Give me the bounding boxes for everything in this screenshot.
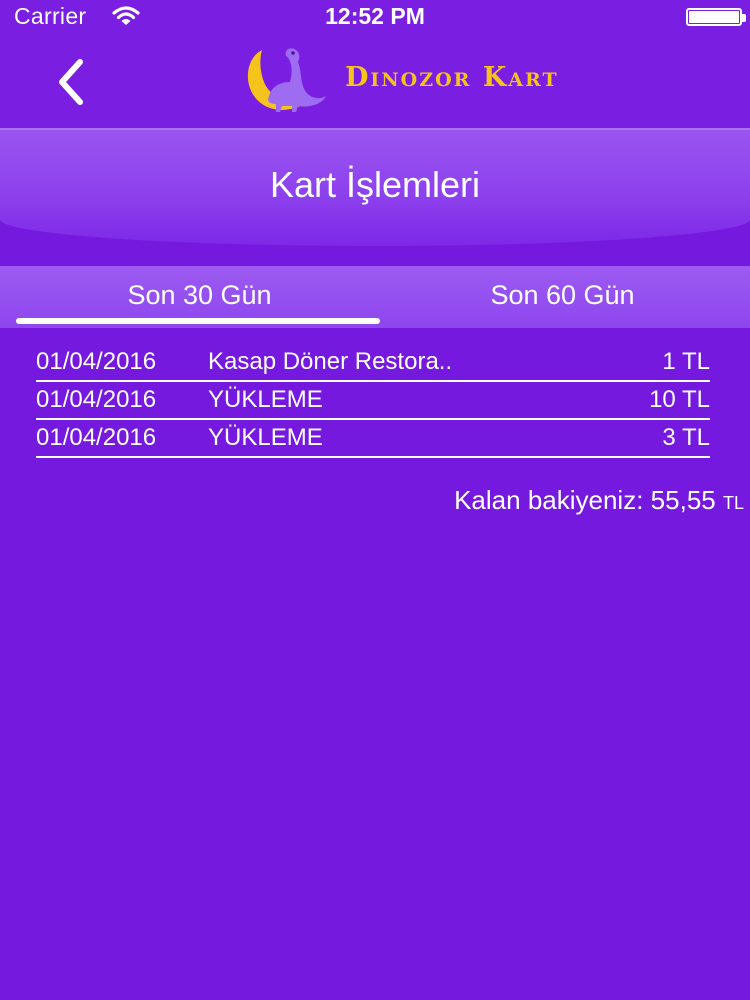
chevron-left-icon xyxy=(59,59,83,105)
period-tabs: Son 30 Gün Son 60 Gün xyxy=(0,266,750,328)
transaction-amount: 1 TL xyxy=(662,348,710,375)
transaction-date: 01/04/2016 xyxy=(36,424,157,451)
status-time: 12:52 PM xyxy=(325,3,425,29)
transaction-date: 01/04/2016 xyxy=(36,386,157,413)
tab-last-60-days[interactable]: Son 60 Gün xyxy=(375,266,750,328)
transaction-list: 01/04/2016 Kasap Döner Restora.. 1 TL 01… xyxy=(36,344,710,458)
transaction-description: YÜKLEME xyxy=(208,386,323,413)
transaction-date: 01/04/2016 xyxy=(36,348,157,375)
balance-currency: TL xyxy=(722,493,744,513)
brand-logo: Dinozor Kart xyxy=(240,42,620,118)
transaction-row[interactable]: 01/04/2016 Kasap Döner Restora.. 1 TL xyxy=(36,344,710,382)
transaction-row[interactable]: 01/04/2016 YÜKLEME 10 TL xyxy=(36,382,710,420)
transaction-amount: 3 TL xyxy=(662,424,710,451)
transaction-amount: 10 TL xyxy=(649,386,710,413)
brand-title: Dinozor Kart xyxy=(345,62,559,93)
back-button[interactable] xyxy=(48,56,98,108)
battery-icon xyxy=(686,8,746,26)
nav-bar: Dinozor Kart xyxy=(0,36,750,128)
transaction-description: Kasap Döner Restora.. xyxy=(208,348,453,375)
status-bar: Carrier 12:52 PM xyxy=(0,0,750,36)
active-tab-indicator xyxy=(16,318,380,324)
page-header: Kart İşlemleri xyxy=(0,128,750,246)
balance-label: Kalan bakiyeniz: xyxy=(454,485,644,515)
page-title: Kart İşlemleri xyxy=(269,164,481,205)
balance-value: 55,55 xyxy=(650,485,716,515)
remaining-balance: Kalan bakiyeniz: 55,55 TL xyxy=(454,485,744,516)
transaction-description: YÜKLEME xyxy=(208,424,323,451)
transaction-row[interactable]: 01/04/2016 YÜKLEME 3 TL xyxy=(36,420,710,458)
dinosaur-moon-icon xyxy=(247,48,326,112)
